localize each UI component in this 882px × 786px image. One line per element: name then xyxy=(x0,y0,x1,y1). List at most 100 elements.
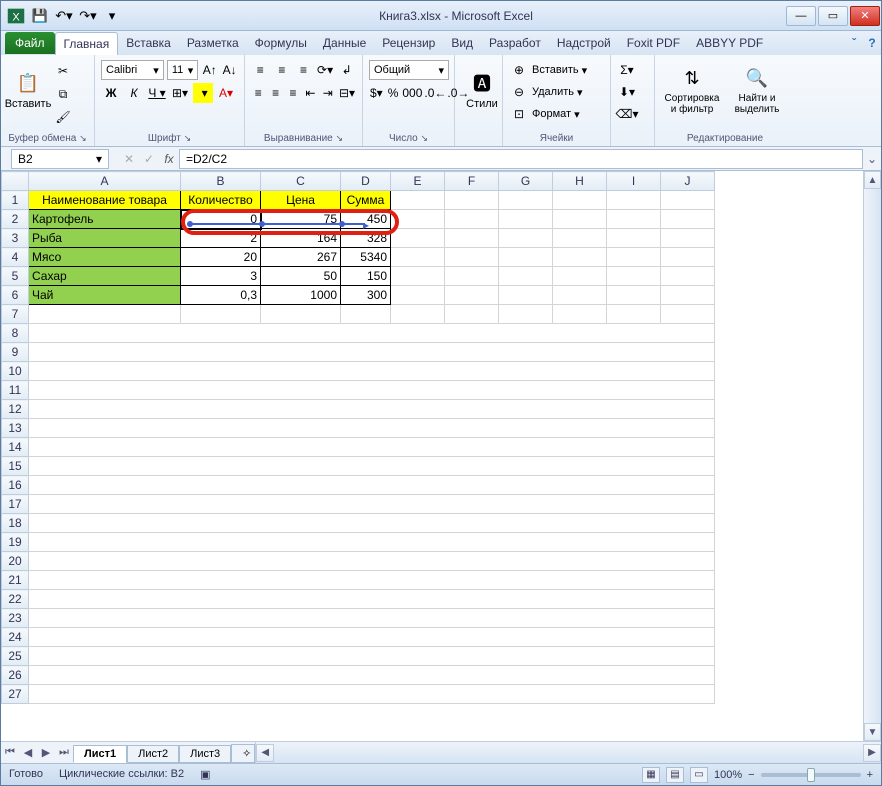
row-header[interactable]: 14 xyxy=(2,438,29,457)
cell[interactable] xyxy=(445,248,499,267)
close-button[interactable]: ✕ xyxy=(850,6,880,26)
format-cells-button[interactable]: ⊡Формат ▾ xyxy=(509,104,604,124)
indent-dec-icon[interactable]: ⇤ xyxy=(303,83,317,103)
percent-icon[interactable]: % xyxy=(387,83,400,103)
worksheet-grid[interactable]: A B C D E F G H I J 1 Наименование товар… xyxy=(1,171,715,704)
inc-decimal-icon[interactable]: .0← xyxy=(425,83,445,103)
cell[interactable] xyxy=(661,210,715,229)
qat-more-icon[interactable]: ▾ xyxy=(101,5,123,27)
cell[interactable] xyxy=(29,438,715,457)
undo-icon[interactable]: ↶▾ xyxy=(53,5,75,27)
col-header[interactable]: E xyxy=(391,172,445,191)
cell[interactable] xyxy=(341,305,391,324)
row-header[interactable]: 6 xyxy=(2,286,29,305)
delete-cells-button[interactable]: ⊖Удалить ▾ xyxy=(509,82,604,102)
row-header[interactable]: 26 xyxy=(2,666,29,685)
cell[interactable] xyxy=(29,609,715,628)
row-header[interactable]: 20 xyxy=(2,552,29,571)
cell[interactable] xyxy=(499,210,553,229)
orientation-icon[interactable]: ⟳▾ xyxy=(316,60,335,80)
cell[interactable] xyxy=(445,286,499,305)
formula-input[interactable]: =D2/C2 xyxy=(179,149,863,169)
cell[interactable] xyxy=(445,191,499,210)
cell[interactable]: 3 xyxy=(181,267,261,286)
cell[interactable] xyxy=(553,191,607,210)
cell[interactable] xyxy=(553,305,607,324)
row-header[interactable]: 13 xyxy=(2,419,29,438)
cell[interactable]: Мясо xyxy=(29,248,181,267)
new-sheet-icon[interactable]: ✧ xyxy=(231,744,255,763)
row-header[interactable]: 12 xyxy=(2,400,29,419)
col-header[interactable]: J xyxy=(661,172,715,191)
bold-button[interactable]: Ж xyxy=(101,83,121,103)
name-box[interactable]: B2▾ xyxy=(11,149,109,169)
cell[interactable]: 150 xyxy=(341,267,391,286)
cell[interactable] xyxy=(29,476,715,495)
cell[interactable] xyxy=(391,286,445,305)
tab-view[interactable]: Вид xyxy=(443,32,481,54)
tab-last-icon[interactable]: ⏭ xyxy=(55,744,73,762)
view-page-break-icon[interactable]: ▭ xyxy=(690,767,708,783)
cell[interactable] xyxy=(661,191,715,210)
scroll-left-icon[interactable]: ◀ xyxy=(256,744,274,762)
cell[interactable] xyxy=(661,286,715,305)
vertical-scrollbar[interactable]: ▲ ▼ xyxy=(863,171,881,741)
cell[interactable] xyxy=(553,210,607,229)
cell[interactable] xyxy=(29,590,715,609)
row-header[interactable]: 27 xyxy=(2,685,29,704)
cancel-formula-icon[interactable]: ✕ xyxy=(119,149,139,169)
cell[interactable]: 20 xyxy=(181,248,261,267)
cell[interactable] xyxy=(29,324,715,343)
insert-cells-button[interactable]: ⊕Вставить ▾ xyxy=(509,60,604,80)
cell[interactable] xyxy=(607,191,661,210)
cell[interactable] xyxy=(607,267,661,286)
cell[interactable] xyxy=(607,305,661,324)
cell[interactable]: Чай xyxy=(29,286,181,305)
align-top-icon[interactable]: ≡ xyxy=(251,60,270,80)
row-header[interactable]: 9 xyxy=(2,343,29,362)
cell[interactable]: 5340 xyxy=(341,248,391,267)
cell[interactable] xyxy=(29,495,715,514)
align-right-icon[interactable]: ≡ xyxy=(286,83,300,103)
tab-layout[interactable]: Разметка xyxy=(179,32,247,54)
cell[interactable]: Цена xyxy=(261,191,341,210)
paste-button[interactable]: 📋 Вставить xyxy=(7,57,49,123)
autosum-icon[interactable]: Σ▾ xyxy=(617,60,637,80)
indent-inc-icon[interactable]: ⇥ xyxy=(321,83,335,103)
shrink-font-icon[interactable]: A↓ xyxy=(221,60,238,80)
cell[interactable]: 300 xyxy=(341,286,391,305)
cell[interactable] xyxy=(29,666,715,685)
row-header[interactable]: 25 xyxy=(2,647,29,666)
redo-icon[interactable]: ↷▾ xyxy=(77,5,99,27)
cell[interactable]: Сумма xyxy=(341,191,391,210)
cell[interactable] xyxy=(29,571,715,590)
cell[interactable]: 0,3 xyxy=(181,286,261,305)
cell[interactable] xyxy=(391,210,445,229)
row-header[interactable]: 4 xyxy=(2,248,29,267)
cell[interactable] xyxy=(391,305,445,324)
view-normal-icon[interactable]: ▦ xyxy=(642,767,660,783)
cell[interactable]: 75 xyxy=(261,210,341,229)
cell[interactable] xyxy=(445,305,499,324)
cell[interactable] xyxy=(445,210,499,229)
cell[interactable]: Сахар xyxy=(29,267,181,286)
col-header[interactable]: F xyxy=(445,172,499,191)
cell[interactable]: 50 xyxy=(261,267,341,286)
cell[interactable] xyxy=(29,343,715,362)
italic-button[interactable]: К xyxy=(124,83,144,103)
cell[interactable] xyxy=(29,514,715,533)
cell[interactable] xyxy=(391,191,445,210)
currency-icon[interactable]: $▾ xyxy=(369,83,384,103)
help-icon[interactable]: ? xyxy=(863,36,881,50)
cell[interactable]: Рыба xyxy=(29,229,181,248)
comma-icon[interactable]: 000 xyxy=(402,83,422,103)
zoom-slider[interactable] xyxy=(761,773,861,777)
align-middle-icon[interactable]: ≡ xyxy=(273,60,292,80)
row-header[interactable]: 19 xyxy=(2,533,29,552)
cell[interactable] xyxy=(391,229,445,248)
cell[interactable]: Наименование товара xyxy=(29,191,181,210)
cell[interactable] xyxy=(661,248,715,267)
cell[interactable] xyxy=(553,286,607,305)
col-header[interactable]: A xyxy=(29,172,181,191)
font-color-button[interactable]: A▾ xyxy=(216,83,236,103)
